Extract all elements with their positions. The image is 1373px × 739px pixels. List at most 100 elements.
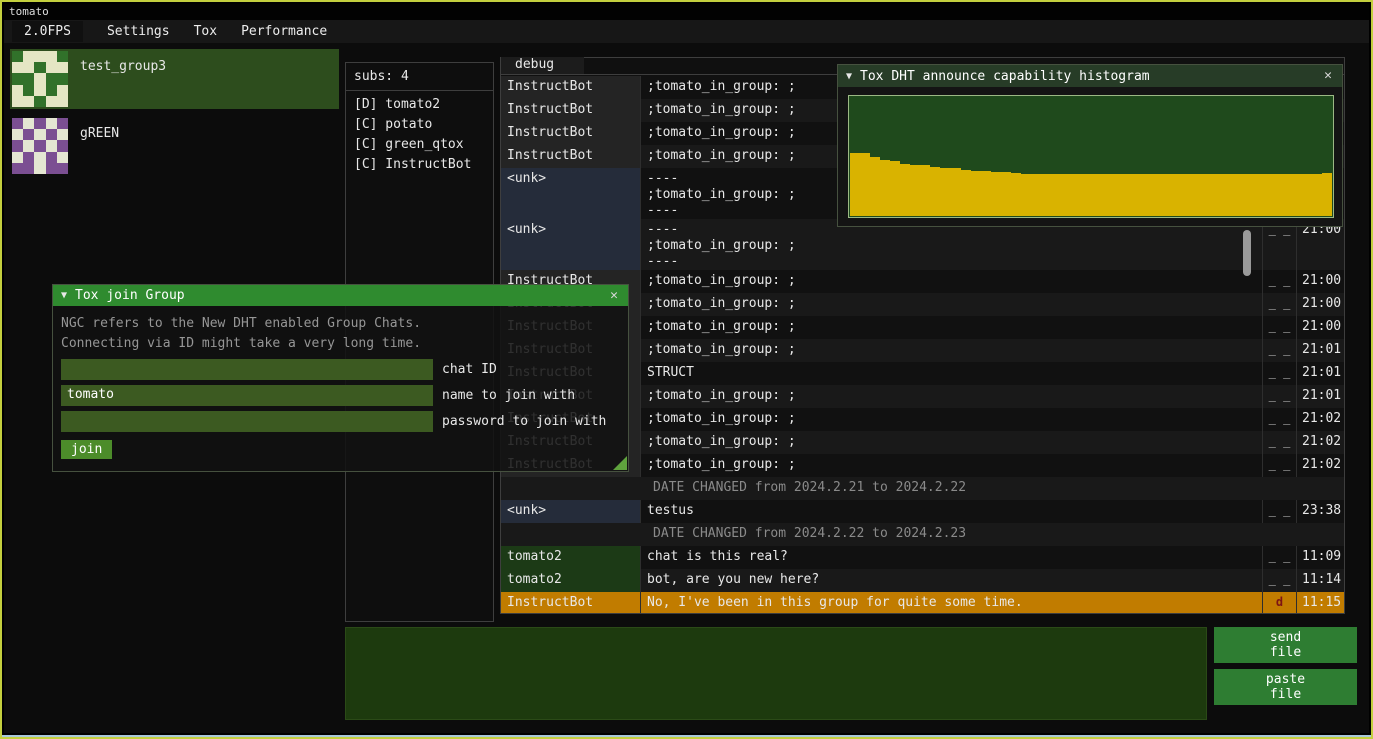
histogram-bar (1312, 174, 1322, 216)
histogram-bar (1252, 174, 1262, 216)
histogram-bar (1151, 174, 1161, 216)
join-group-body: NGC refers to the New DHT enabled Group … (53, 306, 628, 467)
message-text: ;tomato_in_group: ; (641, 339, 1262, 362)
histogram-bar (870, 157, 880, 217)
sub-item-green_qtox[interactable]: [C] green_qtox (354, 135, 485, 155)
paste-file-label-line1: paste (1266, 672, 1305, 687)
histogram-bar (1242, 174, 1252, 216)
chat-scrollbar-thumb[interactable] (1243, 230, 1251, 276)
delivery-status: _ _ (1262, 316, 1296, 339)
message-text: ;tomato_in_group: ; (641, 316, 1262, 339)
sender-name: tomato2 (501, 546, 641, 569)
menu-item-settings[interactable]: Settings (95, 21, 182, 42)
join-name-input[interactable]: tomato (61, 385, 433, 406)
chat-id-input[interactable] (61, 359, 433, 380)
message-text: ;tomato_in_group: ; (641, 293, 1262, 316)
delivery-status: _ _ (1262, 569, 1296, 592)
histogram-bar (1021, 174, 1031, 216)
histogram-bar (880, 160, 890, 216)
subs-count-label: subs: 4 (346, 67, 493, 91)
close-icon[interactable]: ✕ (1318, 67, 1338, 85)
send-file-button[interactable]: send file (1214, 627, 1357, 663)
message-time: 11:14 (1296, 569, 1344, 592)
join-hint-line1: NGC refers to the New DHT enabled Group … (61, 314, 620, 334)
chat-id-label: chat ID (442, 362, 497, 377)
join-group-window: ▼ Tox join Group ✕ NGC refers to the New… (52, 284, 629, 472)
date-separator-row: DATE CHANGED from 2024.2.22 to 2024.2.23 (501, 523, 1344, 546)
histogram-bar (1322, 173, 1332, 216)
window-title: tomato (9, 5, 49, 18)
delivery-status: _ _ (1262, 454, 1296, 477)
delivery-status: _ _ (1262, 546, 1296, 569)
histogram-bar (1011, 173, 1021, 216)
join-name-value: tomato (67, 387, 114, 402)
group-avatar (12, 51, 68, 107)
message-row[interactable]: tomato2chat is this real?_ _11:09 (501, 546, 1344, 569)
histogram-bar (1302, 174, 1312, 216)
histogram-bar (1091, 174, 1101, 216)
histogram-bar (1232, 174, 1242, 216)
histogram-bar (1172, 174, 1182, 216)
histogram-bar (900, 164, 910, 216)
group-item-test_group3[interactable]: test_group3 (10, 49, 339, 109)
window-titlebar[interactable]: tomato (4, 4, 1369, 20)
histogram-bar (1031, 174, 1041, 216)
message-text: bot, are you new here? (641, 569, 1262, 592)
message-time: 23:38 (1296, 500, 1344, 523)
message-time: 21:00 (1296, 270, 1344, 293)
join-button[interactable]: join (61, 440, 112, 459)
message-row[interactable]: InstructBotNo, I've been in this group f… (501, 592, 1344, 613)
histogram-bars (850, 97, 1332, 216)
message-row[interactable]: tomato2bot, are you new here?_ _11:14 (501, 569, 1344, 592)
date-separator-row: DATE CHANGED from 2024.2.21 to 2024.2.22 (501, 477, 1344, 500)
histogram-bar (1212, 174, 1222, 216)
join-group-titlebar[interactable]: ▼ Tox join Group ✕ (53, 285, 628, 306)
join-group-title: Tox join Group (75, 288, 185, 303)
message-text: ;tomato_in_group: ; (641, 385, 1262, 408)
histogram-bar (940, 168, 950, 216)
histogram-bar (1282, 174, 1292, 216)
group-item-gREEN[interactable]: gREEN (10, 116, 339, 176)
collapse-arrow-icon[interactable]: ▼ (846, 71, 852, 82)
message-time: 21:02 (1296, 454, 1344, 477)
message-time: 21:01 (1296, 339, 1344, 362)
close-icon[interactable]: ✕ (604, 287, 624, 305)
menu-item-tox[interactable]: Tox (182, 21, 229, 42)
message-time: 21:00 (1296, 293, 1344, 316)
paste-file-button[interactable]: paste file (1214, 669, 1357, 705)
sender-name: InstructBot (501, 76, 641, 99)
histogram-bar (850, 153, 860, 216)
message-row[interactable]: <unk>testus_ _23:38 (501, 500, 1344, 523)
message-time: 21:00 (1296, 316, 1344, 339)
tab-debug[interactable]: debug (501, 57, 584, 74)
sub-item-tomato2[interactable]: [D] tomato2 (354, 95, 485, 115)
histogram-bar (971, 171, 981, 216)
resize-grip[interactable] (613, 456, 627, 470)
histogram-bar (1131, 174, 1141, 216)
menu-item-performance[interactable]: Performance (229, 21, 339, 42)
sub-item-InstructBot[interactable]: [C] InstructBot (354, 155, 485, 175)
histogram-bar (1041, 174, 1051, 216)
collapse-arrow-icon[interactable]: ▼ (61, 290, 67, 301)
histogram-bar (1081, 174, 1091, 216)
dht-histogram-titlebar[interactable]: ▼ Tox DHT announce capability histogram … (838, 65, 1342, 87)
group-name: test_group3 (80, 59, 166, 107)
app-root: { "colors": { "accent_green": "#2e7d32",… (0, 0, 1373, 739)
join-name-label: name to join with (442, 388, 575, 403)
group-list: test_group3 gREEN (10, 49, 339, 183)
histogram-bar (991, 172, 1001, 216)
message-input[interactable] (345, 627, 1207, 720)
send-file-label-line2: file (1270, 645, 1301, 660)
sender-name: InstructBot (501, 122, 641, 145)
dht-histogram-title: Tox DHT announce capability histogram (860, 69, 1150, 84)
message-time: 11:09 (1296, 546, 1344, 569)
join-password-input[interactable] (61, 411, 433, 432)
date-changed-text: DATE CHANGED from 2024.2.21 to 2024.2.22 (501, 477, 966, 500)
message-time: 21:01 (1296, 362, 1344, 385)
histogram-bar (1121, 174, 1131, 216)
histogram-bar (1262, 174, 1272, 216)
sender-name: <unk> (501, 168, 641, 219)
group-avatar (12, 118, 68, 174)
sub-item-potato[interactable]: [C] potato (354, 115, 485, 135)
histogram-bar (1061, 174, 1071, 216)
